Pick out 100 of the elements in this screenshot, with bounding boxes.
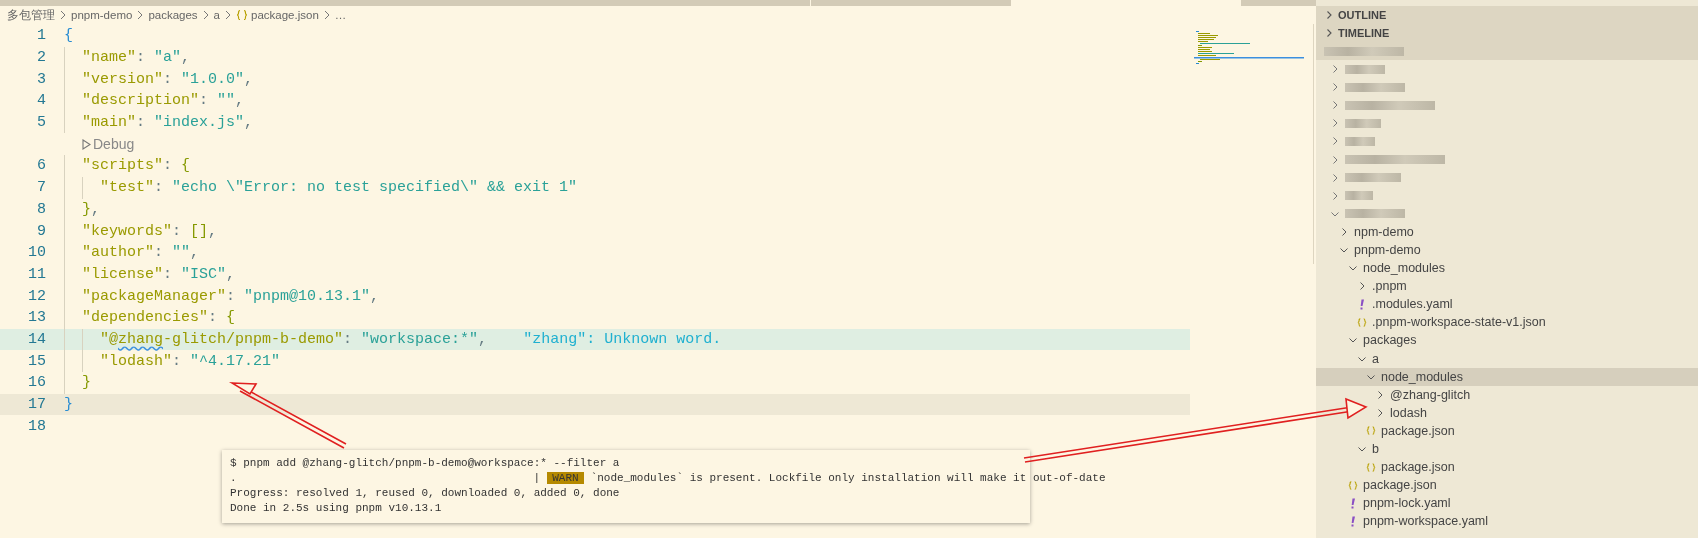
misspelled-word: zhang	[118, 330, 164, 348]
breadcrumb-item[interactable]: …	[334, 9, 347, 21]
tree-item[interactable]: .modules.yaml	[1372, 297, 1453, 312]
code-token: :	[172, 222, 183, 240]
tree-item[interactable]: package.json	[1381, 423, 1455, 438]
breadcrumb-item[interactable]: packages	[148, 9, 198, 21]
chevron-icon	[322, 10, 331, 20]
code-token: ""	[172, 244, 191, 262]
code-token: ""	[217, 92, 236, 110]
redacted-block	[1345, 209, 1405, 219]
tree-item[interactable]: pnpm-workspace.yaml	[1363, 514, 1489, 529]
line-number: 18	[27, 417, 46, 435]
code-token: "a"	[154, 49, 182, 67]
code-token: ,	[235, 92, 245, 110]
line-number: 3	[36, 70, 46, 88]
line-number: 13	[27, 309, 46, 327]
tree-item[interactable]: node_modules	[1363, 261, 1445, 276]
tree-item[interactable]: .pnpm-workspace-state-v1.json	[1372, 315, 1546, 330]
code-token: {	[181, 157, 191, 175]
code-token: "@	[100, 330, 118, 348]
code-token: "ISC"	[181, 265, 227, 283]
panel-header[interactable]: TIMELINE	[1316, 24, 1698, 42]
tree-item[interactable]: @zhang-glitch	[1390, 387, 1471, 402]
tree-item[interactable]: npm-demo	[1354, 224, 1414, 239]
code-token: :	[154, 179, 165, 197]
code-token: :	[208, 309, 219, 327]
code-token: :	[154, 244, 165, 262]
panel-header[interactable]: OUTLINE	[1316, 6, 1698, 24]
breadcrumb-item[interactable]: a	[213, 9, 220, 21]
code-token: "dependencies"	[82, 309, 209, 327]
redacted-block	[1345, 136, 1375, 146]
code-token: "pnpm@10.13.1"	[244, 287, 371, 305]
code-token: }	[82, 374, 91, 392]
braces-icon	[1366, 425, 1376, 437]
code-token: ,	[91, 200, 101, 218]
code-token: ,	[244, 70, 254, 88]
code-token: :	[172, 352, 183, 370]
code-token: "index.js"	[154, 114, 245, 132]
code-token: ,	[190, 244, 200, 262]
line-number: 1	[36, 27, 46, 45]
line-number: 2	[36, 49, 46, 67]
redacted-block	[1345, 191, 1373, 201]
redacted-block	[1345, 64, 1385, 74]
code-token: -glitch/pnpm-b-demo"	[163, 330, 344, 348]
breadcrumb-item[interactable]: pnpm-demo	[71, 9, 133, 21]
tree-item[interactable]: pnpm-demo	[1354, 243, 1421, 257]
line-number: 16	[27, 374, 46, 392]
tree-item[interactable]: package.json	[1381, 460, 1455, 475]
tree-item[interactable]: lodash	[1390, 405, 1427, 420]
code-token: "1.0.0"	[181, 70, 245, 88]
code-token: :	[136, 49, 147, 67]
code-token: "test"	[100, 179, 154, 197]
chevron-icon	[224, 10, 232, 20]
tree-item[interactable]: a	[1372, 351, 1379, 366]
code-token: :	[163, 157, 174, 175]
code-token: "name"	[82, 49, 136, 67]
breadcrumb-item[interactable]: package.json	[251, 9, 319, 21]
chevron-icon	[136, 10, 145, 20]
tree-item[interactable]: pnpm-lock.yaml	[1363, 496, 1451, 511]
code-token: ,	[244, 114, 254, 132]
line-number: 10	[27, 244, 46, 262]
line-number: 8	[36, 200, 46, 218]
code-token: :	[199, 92, 210, 110]
tree-item[interactable]: .pnpm	[1372, 279, 1407, 294]
code-token: {	[226, 309, 236, 327]
braces-icon	[236, 9, 248, 21]
code-token: :	[163, 70, 174, 88]
line-number: 6	[36, 157, 46, 175]
breadcrumb-item[interactable]: 多包管理	[7, 7, 55, 23]
code-token: "packageManager"	[82, 287, 227, 305]
play-icon	[82, 138, 91, 150]
code-token: }	[82, 200, 91, 218]
terminal-text: $ pnpm add @zhang-glitch/pnpm-b-demo@workspace:* --filter a	[230, 456, 620, 469]
chevron-icon	[201, 10, 210, 20]
terminal-text: Progress: resolved 1, reused 0, downloaded 0, added 0, done	[230, 486, 620, 499]
tree-item[interactable]: b	[1372, 442, 1379, 456]
tree-item[interactable]: package.json	[1363, 478, 1437, 493]
code-token: "description"	[82, 92, 200, 110]
code-token: "version"	[82, 70, 163, 88]
code-token: }	[64, 396, 73, 414]
code-token: "^4.17.21"	[190, 352, 281, 370]
chevron-icon	[59, 10, 67, 20]
line-number: 17	[27, 396, 46, 414]
code-token: ,	[226, 265, 236, 283]
line-number: 14	[27, 330, 46, 348]
terminal-text: |	[533, 471, 541, 484]
code-token: {	[64, 27, 73, 45]
code-token: ,	[478, 330, 488, 348]
code-token: :	[226, 287, 237, 305]
code-token: ,	[181, 49, 191, 67]
line-number: 15	[27, 352, 46, 370]
braces-icon	[1357, 316, 1367, 328]
tree-item[interactable]: packages	[1363, 333, 1417, 348]
line-number: 4	[36, 92, 46, 110]
selected-tree-row[interactable]: node_modules	[1316, 367, 1698, 386]
braces-icon	[1366, 461, 1376, 473]
code-token: :	[136, 114, 147, 132]
code-token: []	[190, 222, 209, 240]
code-token: "lodash"	[100, 352, 172, 370]
terminal-text: Done in 2.5s using pnpm v10.13.1	[230, 501, 442, 514]
